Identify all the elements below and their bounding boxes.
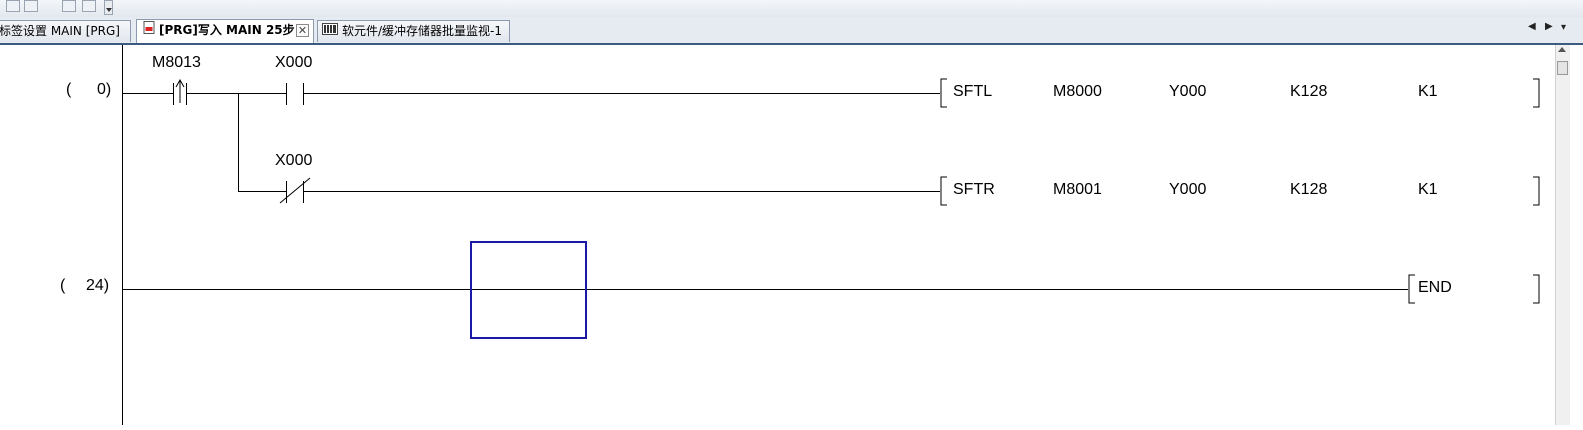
instruction-mnemonic: END bbox=[1418, 279, 1452, 296]
instruction-operand: Y000 bbox=[1169, 181, 1206, 198]
sftr-instruction-bracket-right bbox=[1533, 176, 1540, 206]
tab-scroll-left-icon[interactable]: ◀ bbox=[1528, 21, 1536, 32]
end-instruction-bracket-left bbox=[1408, 274, 1415, 304]
toolbar bbox=[0, 0, 1583, 17]
contact-m8013-rising bbox=[173, 78, 187, 105]
program-icon bbox=[143, 20, 155, 41]
contact-x000-nc bbox=[279, 177, 311, 204]
tab-label: 软元件/缓冲存储器批量监视-1 bbox=[342, 24, 503, 38]
step-number-open: ( bbox=[66, 81, 72, 98]
sftr-instruction-bracket-left bbox=[940, 176, 947, 206]
end-instruction-bracket-right bbox=[1533, 274, 1540, 304]
vertical-scrollbar[interactable] bbox=[1555, 45, 1570, 425]
instruction-operand: K128 bbox=[1290, 83, 1327, 100]
toolbar-overflow-button[interactable] bbox=[104, 0, 113, 15]
scrollbar-thumb[interactable] bbox=[1557, 61, 1568, 75]
tab-label-settings[interactable]: 标签设置 MAIN [PRG] bbox=[0, 20, 131, 42]
instruction-operand: M8000 bbox=[1053, 83, 1102, 100]
step-number-open: ( bbox=[60, 277, 66, 294]
device-label: X000 bbox=[275, 152, 312, 169]
ladder-diagram: M8013 X000 X000 SFTL M8000 Y000 K128 K1 … bbox=[122, 45, 1540, 425]
device-label: M8013 bbox=[152, 54, 201, 71]
ladder-editor[interactable]: M8013 X000 X000 SFTL M8000 Y000 K128 K1 … bbox=[0, 45, 1555, 425]
contact-x000-no bbox=[286, 83, 304, 105]
step-number: 24) bbox=[86, 277, 110, 294]
sftl-instruction-bracket-right bbox=[1533, 78, 1540, 108]
toolbar-button-2[interactable] bbox=[24, 0, 38, 12]
step-number: 0) bbox=[97, 81, 112, 98]
monitor-icon bbox=[322, 21, 338, 42]
instruction-mnemonic: SFTR bbox=[953, 181, 995, 198]
toolbar-button-3[interactable] bbox=[62, 0, 76, 12]
tab-label: 标签设置 MAIN [PRG] bbox=[0, 24, 120, 38]
tab-label: [PRG]写入 MAIN 25步 bbox=[159, 23, 295, 37]
scroll-up-icon[interactable] bbox=[1558, 47, 1566, 52]
sftl-instruction-bracket-left bbox=[940, 78, 947, 108]
instruction-operand: K128 bbox=[1290, 181, 1327, 198]
instruction-operand: Y000 bbox=[1169, 83, 1206, 100]
toolbar-button-1[interactable] bbox=[6, 0, 20, 12]
tab-device-monitor[interactable]: 软元件/缓冲存储器批量监视-1 bbox=[317, 20, 510, 42]
tab-bar: 标签设置 MAIN [PRG] [PRG]写入 MAIN 25步 ✕ 软元件/缓… bbox=[0, 17, 1583, 45]
instruction-mnemonic: SFTL bbox=[953, 83, 992, 100]
close-icon[interactable]: ✕ bbox=[296, 24, 309, 37]
toolbar-button-4[interactable] bbox=[82, 0, 96, 12]
instruction-operand: K1 bbox=[1418, 181, 1438, 198]
device-label: X000 bbox=[275, 54, 312, 71]
instruction-operand: M8001 bbox=[1053, 181, 1102, 198]
tab-list-dropdown-icon[interactable]: ▾ bbox=[1561, 22, 1566, 33]
tab-scroll-right-icon[interactable]: ▶ bbox=[1545, 21, 1553, 32]
tab-program-write[interactable]: [PRG]写入 MAIN 25步 ✕ bbox=[136, 19, 314, 43]
instruction-operand: K1 bbox=[1418, 83, 1438, 100]
